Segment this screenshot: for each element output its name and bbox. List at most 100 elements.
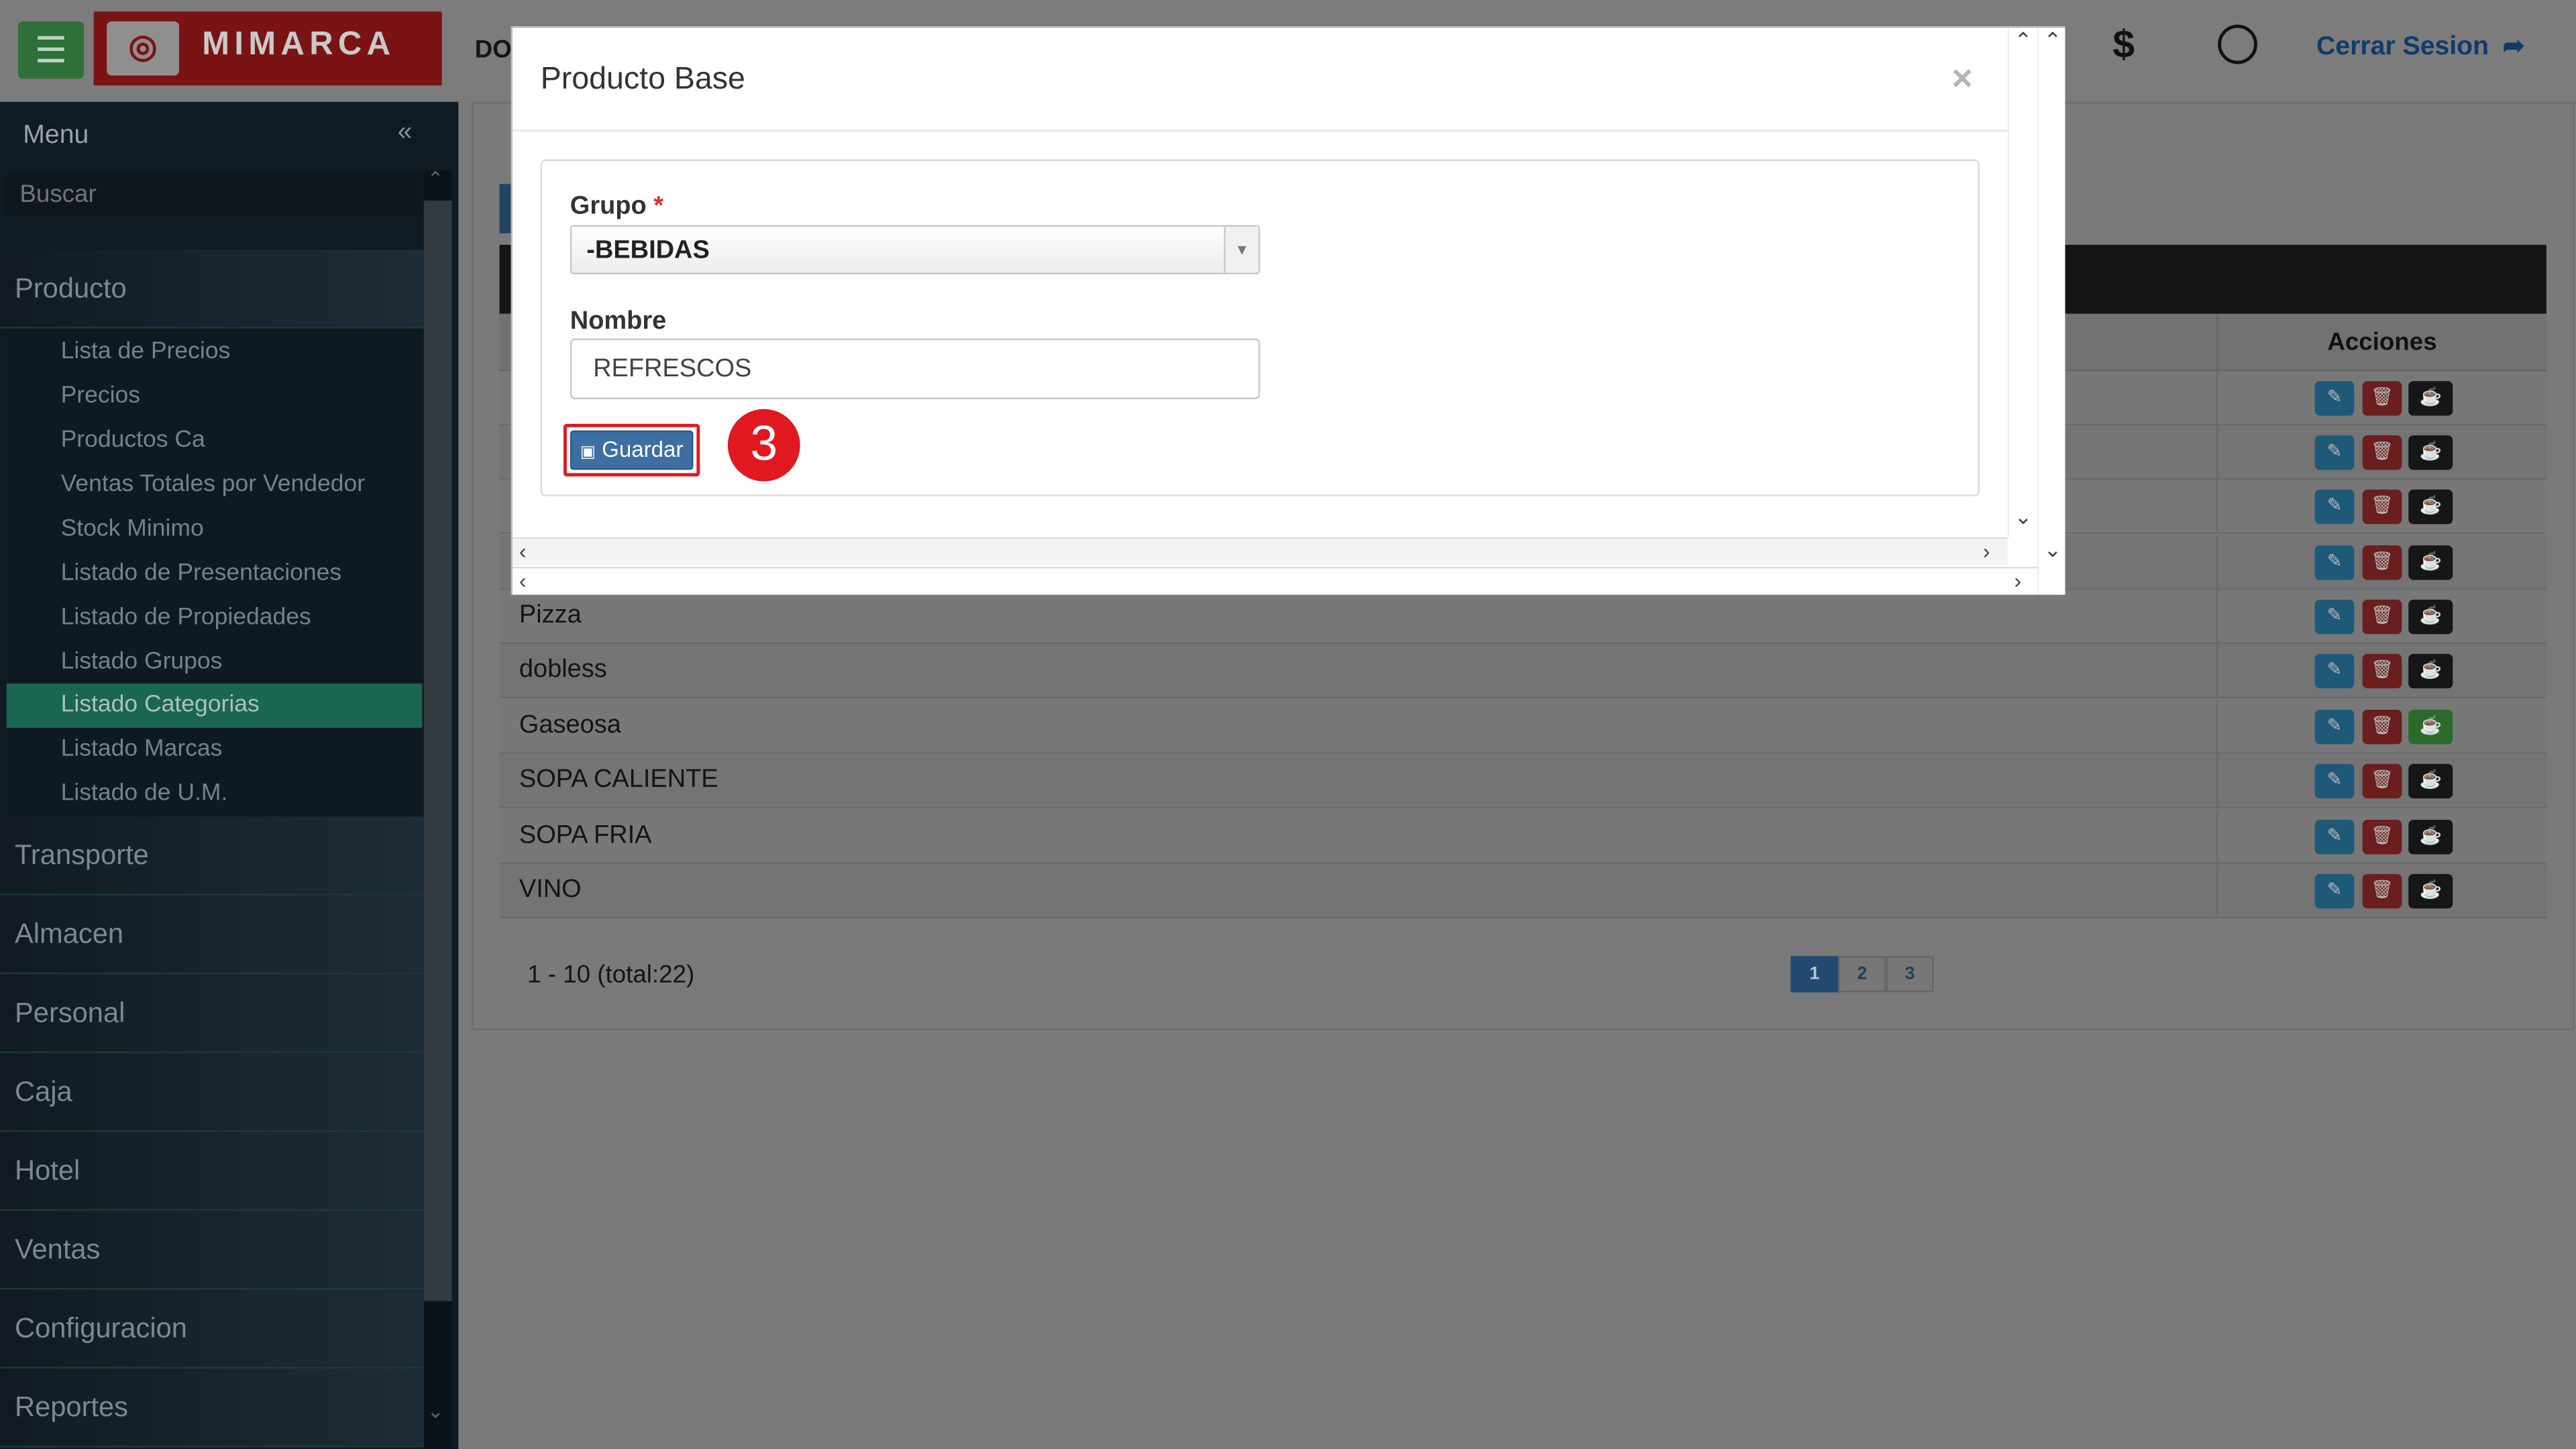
row-actions: ✎ 🗑 ☕ xyxy=(2216,700,2546,755)
sidebar-section-transporte[interactable]: Transporte xyxy=(0,816,424,896)
delete-icon[interactable]: 🗑 xyxy=(2362,381,2402,416)
scroll-down-icon[interactable]: ⌄ xyxy=(2044,537,2062,564)
scroll-down-icon[interactable]: ⌄ xyxy=(427,1400,444,1423)
guardar-button[interactable]: ▣ Guardar xyxy=(570,430,694,470)
row-name: Gaseosa xyxy=(519,711,621,740)
sidebar-section-caja[interactable]: Caja xyxy=(0,1053,424,1132)
delete-icon[interactable]: 🗑 xyxy=(2362,763,2402,799)
sidebar-section-label: Personal xyxy=(15,997,125,1029)
outer-horizontal-scrollbar[interactable]: ‹ › xyxy=(513,566,2037,595)
brand-name: MIMARCA xyxy=(202,26,396,63)
sidebar-item-propiedades[interactable]: Listado de Propiedades xyxy=(7,596,423,641)
delete-icon[interactable]: 🗑 xyxy=(2362,489,2402,525)
collapse-sidebar-icon[interactable]: « xyxy=(398,118,413,148)
sidebar-item-ventas-totales[interactable]: Ventas Totales por Vendedor xyxy=(7,464,423,508)
cup-icon[interactable]: ☕ xyxy=(2408,709,2453,745)
sidebar-item-lista-precios[interactable]: Lista de Precios xyxy=(7,330,423,374)
cup-icon[interactable]: ☕ xyxy=(2408,381,2453,416)
sidebar-item-marcas[interactable]: Listado Marcas xyxy=(7,728,423,772)
edit-icon[interactable]: ✎ xyxy=(2314,873,2355,909)
pagination: 1 2 3 xyxy=(1790,956,1934,993)
lock-icon[interactable] xyxy=(2218,24,2257,64)
cup-icon[interactable]: ☕ xyxy=(2408,489,2453,525)
delete-icon[interactable]: 🗑 xyxy=(2362,820,2402,855)
page-button[interactable]: 3 xyxy=(1886,956,1934,993)
delete-icon[interactable]: 🗑 xyxy=(2362,709,2402,745)
pagination-info: 1 - 10 (total:22) xyxy=(527,961,695,989)
edit-icon[interactable]: ✎ xyxy=(2314,545,2355,580)
sidebar-item-productos-ca[interactable]: Productos Ca xyxy=(7,419,423,463)
sidebar-section-label: Configuracion xyxy=(15,1312,187,1344)
edit-icon[interactable]: ✎ xyxy=(2314,599,2355,635)
sidebar-section-ventas[interactable]: Ventas xyxy=(0,1210,424,1290)
sidebar-item-um[interactable]: Listado de U.M. xyxy=(7,772,423,816)
edit-icon[interactable]: ✎ xyxy=(2314,763,2355,799)
cup-icon[interactable]: ☕ xyxy=(2408,820,2453,855)
sidebar-item-grupos[interactable]: Listado Grupos xyxy=(7,641,423,685)
scroll-up-icon[interactable]: ⌃ xyxy=(427,168,444,191)
sidebar-item-stock-minimo[interactable]: Stock Minimo xyxy=(7,508,423,552)
sidebar-section-label: Producto xyxy=(15,272,127,305)
brand-logo[interactable]: ◎ MIMARCA xyxy=(93,11,442,86)
sidebar-item-categorias[interactable]: Listado Categorias xyxy=(6,683,423,728)
chevron-down-icon[interactable]: ▼ xyxy=(1224,226,1258,273)
nombre-input[interactable]: REFRESCOS xyxy=(570,338,1260,400)
cup-icon[interactable]: ☕ xyxy=(2408,435,2453,470)
sidebar-section-reportes[interactable]: Reportes xyxy=(0,1368,424,1448)
modal-horizontal-scrollbar[interactable]: ‹ › xyxy=(513,537,2008,566)
edit-icon[interactable]: ✎ xyxy=(2314,435,2355,470)
row-actions: ✎ 🗑 ☕ xyxy=(2216,754,2546,808)
logout-link[interactable]: Cerrar Sesion ➦ xyxy=(2316,30,2525,62)
sidebar-item-presentaciones[interactable]: Listado de Presentaciones xyxy=(7,552,423,596)
edit-icon[interactable]: ✎ xyxy=(2314,489,2355,525)
delete-icon[interactable]: 🗑 xyxy=(2362,873,2402,909)
edit-icon[interactable]: ✎ xyxy=(2314,820,2355,855)
sidebar-search-input[interactable] xyxy=(6,170,423,217)
cup-icon[interactable]: ☕ xyxy=(2408,653,2453,689)
page-button[interactable]: 2 xyxy=(1838,956,1886,993)
scroll-right-icon[interactable]: › xyxy=(1983,539,1990,564)
edit-icon[interactable]: ✎ xyxy=(2314,709,2355,745)
edit-icon[interactable]: ✎ xyxy=(2314,653,2355,689)
sidebar-section-personal[interactable]: Personal xyxy=(0,974,424,1053)
logout-label: Cerrar Sesion xyxy=(2316,32,2489,61)
edit-icon[interactable]: ✎ xyxy=(2314,381,2355,416)
table-row: dobless ✎ 🗑 ☕ xyxy=(499,644,2546,698)
sidebar-item-precios[interactable]: Precios xyxy=(7,374,423,419)
delete-icon[interactable]: 🗑 xyxy=(2362,653,2402,689)
hamburger-menu-icon[interactable]: ☰ xyxy=(17,21,84,79)
cup-icon[interactable]: ☕ xyxy=(2408,873,2453,909)
sidebar-section-almacen[interactable]: Almacen xyxy=(0,895,424,975)
modal-vertical-scrollbar[interactable]: ⌃ ⌄ xyxy=(2007,28,2036,537)
sidebar-scroll-thumb[interactable] xyxy=(423,200,452,1301)
sidebar-section-producto[interactable]: Producto xyxy=(0,250,424,329)
delete-icon[interactable]: 🗑 xyxy=(2362,599,2402,635)
sidebar-section-hotel[interactable]: Hotel xyxy=(0,1132,424,1211)
close-icon[interactable]: × xyxy=(1951,58,1972,101)
scroll-up-icon[interactable]: ⌃ xyxy=(2044,28,2062,54)
scroll-left-icon[interactable]: ‹ xyxy=(519,568,527,593)
sidebar-section-label: Caja xyxy=(15,1076,72,1108)
grupo-select[interactable]: -BEBIDAS ▼ xyxy=(570,225,1260,274)
outer-vertical-scrollbar[interactable]: ⌃ ⌄ xyxy=(2037,28,2065,595)
modal-title: Producto Base xyxy=(540,62,745,97)
sidebar-section-configuracion[interactable]: Configuracion xyxy=(0,1289,424,1369)
delete-icon[interactable]: 🗑 xyxy=(2362,545,2402,580)
dollar-icon[interactable]: $ xyxy=(2112,23,2135,69)
scroll-down-icon[interactable]: ⌄ xyxy=(2014,504,2032,531)
scroll-left-icon[interactable]: ‹ xyxy=(519,539,527,564)
delete-icon[interactable]: 🗑 xyxy=(2362,435,2402,470)
sidebar-item-label: Listado Grupos xyxy=(60,649,223,676)
scroll-up-icon[interactable]: ⌃ xyxy=(2014,28,2032,54)
cup-icon[interactable]: ☕ xyxy=(2408,763,2453,799)
sidebar-section-label: Hotel xyxy=(15,1155,80,1187)
logo-mark-icon: ◎ xyxy=(107,21,179,76)
row-actions: ✎ 🗑 ☕ xyxy=(2216,590,2546,645)
cup-icon[interactable]: ☕ xyxy=(2408,545,2453,580)
scroll-right-icon[interactable]: › xyxy=(2014,568,2021,593)
row-name: SOPA CALIENTE xyxy=(519,765,718,794)
guardar-label: Guardar xyxy=(602,437,684,462)
page-button[interactable]: 1 xyxy=(1790,956,1839,993)
logout-icon: ➦ xyxy=(2502,32,2525,61)
cup-icon[interactable]: ☕ xyxy=(2408,599,2453,635)
